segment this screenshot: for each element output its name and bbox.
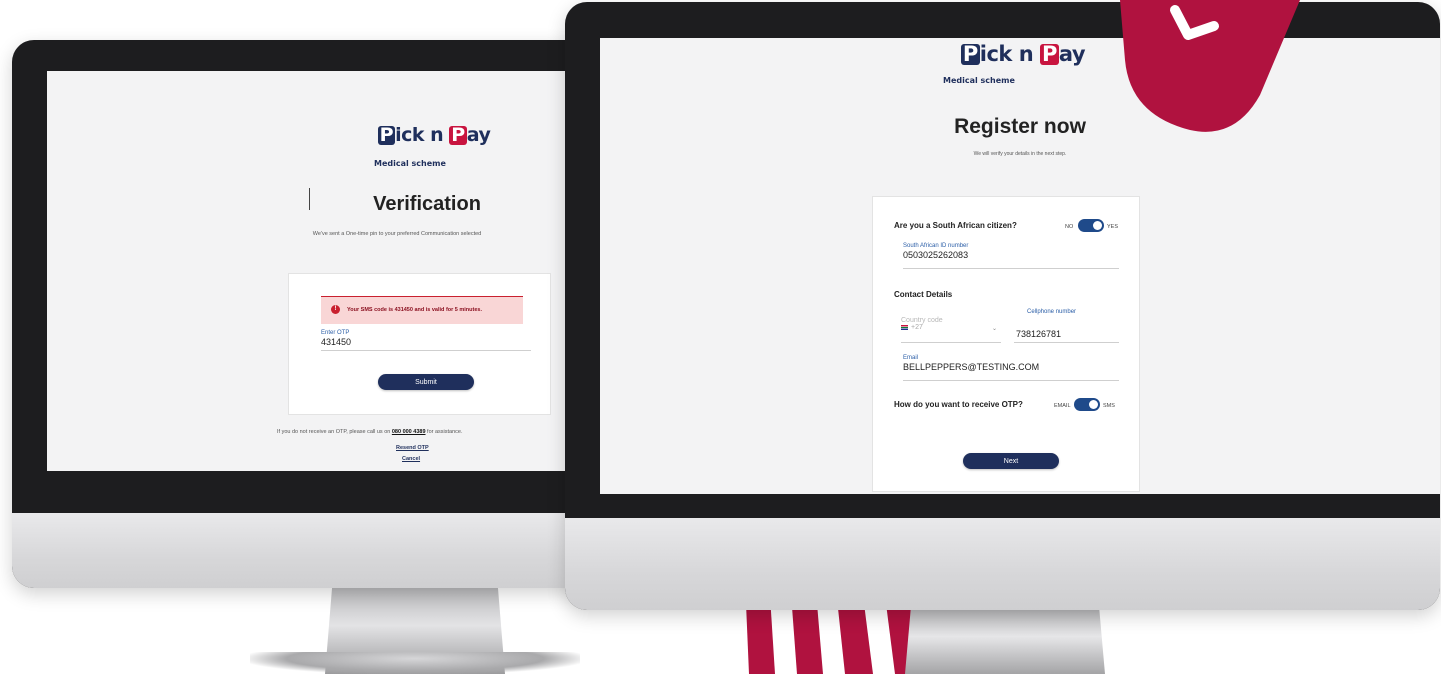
otp-sms-label: SMS (1103, 403, 1115, 409)
cancel-link[interactable]: Cancel (402, 456, 420, 462)
email-value: BELLPEPPERS@TESTING.COM (903, 362, 1040, 372)
cellphone-input[interactable]: 738126781 (1014, 327, 1119, 343)
citizen-yes-label: YES (1107, 224, 1119, 230)
clock-badge-icon (1120, 0, 1300, 132)
submit-button[interactable]: Submit (378, 374, 474, 390)
cellphone-label: Cellphone number (1027, 309, 1077, 315)
sms-code-alert: ! Your SMS code is 431450 and is valid f… (321, 296, 523, 324)
south-africa-flag-icon (901, 324, 908, 330)
cellphone-value: 738126781 (1016, 329, 1062, 339)
monitor-chin (565, 518, 1440, 610)
chevron-down-icon: ⌄ (991, 326, 997, 332)
register-screen: Pick n Pay Medical scheme Register now W… (600, 38, 1440, 494)
error-icon: ! (331, 305, 340, 314)
monitor-chin (12, 513, 612, 588)
registration-card: Are you a South African citizen? NO YES … (872, 196, 1140, 492)
help-phone-link[interactable]: 080 000 4389 (392, 429, 426, 435)
pick-n-pay-logo: Pick n Pay (960, 42, 1086, 66)
id-number-field[interactable]: South African ID number 0503025262083 (903, 243, 1119, 269)
otp-email-label: EMAIL (1054, 403, 1071, 409)
verification-screen: Pick n Pay Medical scheme Verification W… (47, 71, 567, 471)
alert-message: Your SMS code is 431450 and is valid for… (347, 307, 482, 313)
country-code-select[interactable]: Country code +27 ⌄ (901, 317, 1001, 343)
email-field[interactable]: Email BELLPEPPERS@TESTING.COM (903, 355, 1119, 381)
next-button[interactable]: Next (963, 453, 1059, 469)
country-code-value: +27 (901, 324, 1001, 331)
citizen-toggle[interactable] (1078, 219, 1104, 232)
citizen-no-label: NO (1065, 224, 1074, 230)
otp-method-toggle[interactable] (1074, 398, 1100, 411)
text-cursor (309, 188, 310, 210)
monitor-base-left (250, 652, 580, 674)
otp-input[interactable]: 431450 (321, 337, 531, 351)
monitor-left: Pick n Pay Medical scheme Verification W… (12, 40, 612, 588)
id-number-value: 0503025262083 (903, 250, 969, 260)
otp-method-question: How do you want to receive OTP? (894, 400, 1023, 409)
page-intro: We will verify your details in the next … (973, 151, 1067, 157)
page-intro: We've sent a One-time pin to your prefer… (312, 231, 482, 237)
page-title: Register now (954, 115, 1086, 138)
resend-otp-link[interactable]: Resend OTP (396, 445, 429, 451)
otp-card: ! Your SMS code is 431450 and is valid f… (288, 273, 551, 415)
id-number-label: South African ID number (903, 243, 969, 249)
page-title: Verification (373, 193, 481, 215)
help-text: If you do not receive an OTP, please cal… (277, 429, 463, 435)
contact-details-heading: Contact Details (894, 290, 953, 299)
email-label: Email (903, 355, 919, 361)
brand-subtitle: Medical scheme (943, 76, 1015, 85)
otp-label: Enter OTP (321, 330, 350, 336)
country-code-placeholder: Country code (901, 317, 943, 324)
brand-subtitle: Medical scheme (374, 159, 446, 168)
monitor-stand-right (905, 606, 1105, 674)
citizen-question: Are you a South African citizen? (894, 221, 1017, 230)
pick-n-pay-logo: Pick n Pay (377, 124, 491, 146)
